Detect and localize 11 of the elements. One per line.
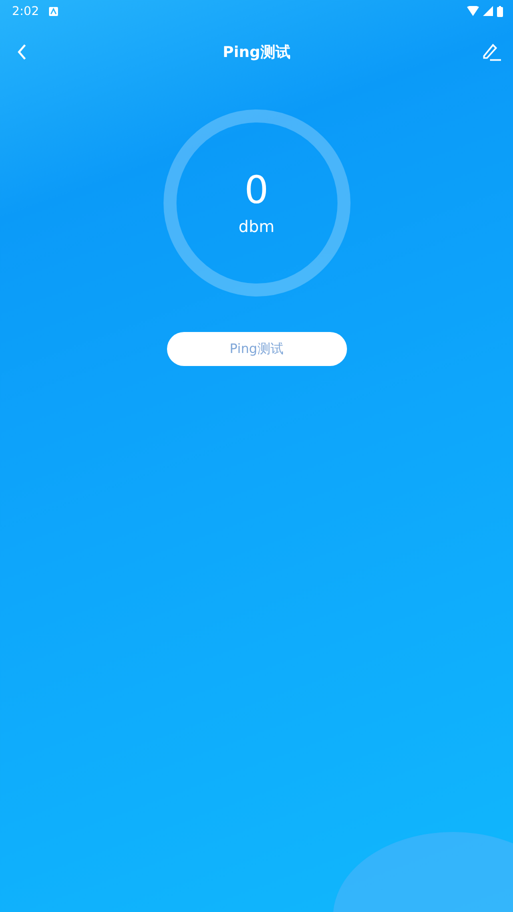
page-title: Ping测试 [222, 42, 290, 62]
edit-icon [480, 42, 502, 62]
gauge-value: 0 [244, 170, 269, 208]
battery-icon [497, 6, 503, 16]
back-icon [16, 43, 28, 61]
wifi-icon [467, 6, 479, 16]
gauge-unit: dbm [238, 216, 274, 236]
signal-icon [483, 6, 493, 16]
notification-icon [48, 6, 58, 16]
ping-test-button[interactable]: Ping测试 [166, 332, 346, 366]
status-time: 2:02 [12, 4, 39, 18]
